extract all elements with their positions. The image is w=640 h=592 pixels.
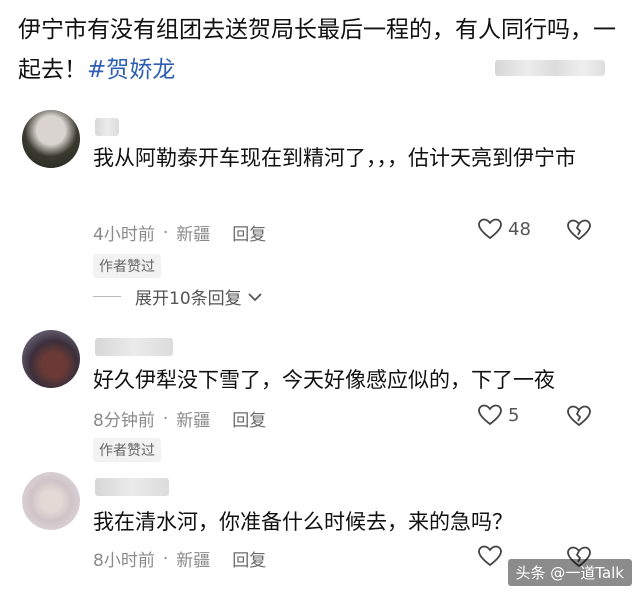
reply-button[interactable]: 回复	[232, 546, 266, 571]
comment-time: 8分钟前	[93, 411, 155, 431]
comment-meta: 8小时前 · 新疆 回复	[93, 546, 266, 572]
comment-time: 4小时前	[93, 225, 155, 245]
post-text: 伊宁市有没有组团去送贺局长最后一程的，有人同行吗，一起去！#贺娇龙	[18, 10, 622, 90]
blurred-username	[495, 60, 605, 76]
comment-location: 新疆	[176, 551, 211, 571]
broken-heart-icon	[567, 405, 591, 427]
divider	[93, 296, 121, 297]
broken-heart-icon	[567, 219, 591, 241]
reply-button[interactable]: 回复	[232, 406, 266, 431]
comment-meta: 4小时前 · 新疆 回复	[93, 220, 266, 246]
separator: ·	[162, 408, 169, 429]
like-button[interactable]: 5	[478, 404, 519, 426]
comment-text: 好久伊犁没下雪了，今天好像感应似的，下了一夜	[93, 368, 555, 392]
dislike-button[interactable]	[567, 219, 591, 245]
dislike-button[interactable]	[567, 405, 591, 431]
comment-meta: 8分钟前 · 新疆 回复	[93, 406, 266, 432]
blurred-commenter-name	[95, 478, 169, 496]
heart-icon	[478, 545, 502, 567]
hashtag-link[interactable]: #贺娇龙	[87, 57, 175, 83]
separator: ·	[162, 222, 169, 243]
like-count: 48	[508, 218, 531, 240]
watermark: 头条 @一道Talk	[507, 559, 632, 586]
like-button[interactable]	[478, 545, 508, 567]
heart-icon	[478, 404, 502, 426]
comment-location: 新疆	[176, 225, 211, 245]
expand-replies-button[interactable]: 展开10条回复	[93, 284, 262, 309]
comment-location: 新疆	[176, 411, 211, 431]
heart-icon	[478, 218, 502, 240]
chevron-down-icon	[248, 292, 262, 301]
expand-replies-label: 展开10条回复	[135, 289, 242, 309]
author-liked-badge: 作者赞过	[93, 438, 161, 462]
like-button[interactable]: 48	[478, 218, 531, 240]
avatar[interactable]	[22, 472, 80, 530]
comment-text: 我从阿勒泰开车现在到精河了，，，估计天亮到伊宁市	[93, 146, 576, 170]
avatar[interactable]	[22, 110, 80, 168]
avatar[interactable]	[22, 330, 80, 388]
like-count: 5	[508, 404, 520, 426]
author-liked-badge: 作者赞过	[93, 254, 161, 278]
separator: ·	[162, 548, 169, 569]
reply-button[interactable]: 回复	[232, 220, 266, 245]
comment-time: 8小时前	[93, 551, 155, 571]
blurred-commenter-name	[95, 338, 173, 356]
blurred-commenter-name	[95, 118, 119, 136]
comment-text: 我在清水河，你准备什么时候去，来的急吗？	[93, 510, 513, 534]
